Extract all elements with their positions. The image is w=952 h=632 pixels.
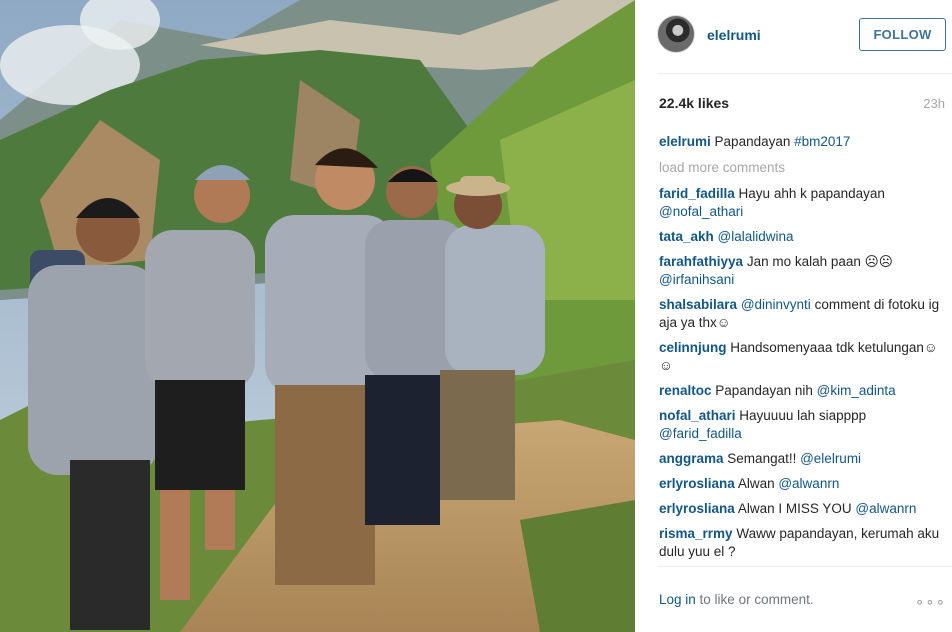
comment-text: Semangat!! (727, 451, 801, 466)
comment-item: anggrama Semangat!! @elelrumi (659, 450, 944, 468)
login-link[interactable]: Log in (659, 592, 696, 607)
caption: elelrumi Papandayan #bm2017 (659, 133, 944, 151)
comment-mention[interactable]: @farid_fadilla (659, 426, 742, 441)
hikers-photo (0, 0, 635, 632)
comment-mention[interactable]: @alwanrn (855, 501, 916, 516)
comment-username[interactable]: anggrama (659, 451, 724, 466)
comment-text: Hayuuuu lah siapppp (739, 408, 867, 423)
caption-username[interactable]: elelrumi (659, 134, 711, 149)
author-username[interactable]: elelrumi (707, 27, 761, 43)
comment-mention[interactable]: @elelrumi (800, 451, 861, 466)
comment-item: erlyrosliana Alwan I MISS YOU @alwanrn (659, 500, 944, 518)
login-prompt: Log in to like or comment. (659, 592, 814, 607)
post-header: elelrumi FOLLOW (635, 0, 952, 74)
comment-item: risma_rrmy Waww papandayan, kerumah aku … (659, 525, 944, 561)
load-more-comments[interactable]: load more comments (659, 159, 944, 177)
comment-text: Papandayan nih (715, 383, 817, 398)
comment-text: Alwan I MISS YOU (737, 501, 856, 516)
post-photo[interactable] (0, 0, 635, 632)
comment-text: Jan mo kalah paan ☹☹ (746, 254, 893, 269)
comment-username[interactable]: risma_rrmy (659, 526, 733, 541)
more-options-icon[interactable]: ∘∘∘ (915, 593, 946, 611)
comment-item: farid_fadilla Hayu ahh k papandayan @nof… (659, 185, 944, 221)
comments-list: elelrumi Papandayan #bm2017 load more co… (659, 133, 944, 568)
caption-text: Papandayan (714, 134, 795, 149)
login-prompt-text: to like or comment. (695, 592, 814, 607)
comment-mention[interactable]: @alwanrn (778, 476, 839, 491)
comment-item: erlyrosliana Alwan @alwanrn (659, 475, 944, 493)
comment-mention[interactable]: @nofal_athari (659, 204, 743, 219)
comment-username[interactable]: renaltoc (659, 383, 712, 398)
post-side-panel: elelrumi FOLLOW 22.4k likes 23h elelrumi… (635, 0, 952, 632)
comment-text: Alwan (737, 476, 779, 491)
follow-button[interactable]: FOLLOW (859, 18, 946, 51)
comment-mention[interactable]: @lalalidwina (718, 229, 794, 244)
comment-username[interactable]: shalsabilara (659, 297, 737, 312)
avatar[interactable] (657, 15, 695, 53)
comment-username[interactable]: farid_fadilla (659, 186, 735, 201)
comment-username[interactable]: tata_akh (659, 229, 714, 244)
comment-item: nofal_athari Hayuuuu lah siapppp @farid_… (659, 407, 944, 443)
comment-mention[interactable]: @irfanihsani (659, 272, 734, 287)
comment-username[interactable]: farahfathiyya (659, 254, 743, 269)
comment-item: celinnjung Handsomenyaaa tdk ketulungan☺… (659, 339, 944, 375)
comment-item: farahfathiyya Jan mo kalah paan ☹☹ @irfan… (659, 253, 944, 289)
comment-username[interactable]: nofal_athari (659, 408, 736, 423)
comment-mention[interactable]: @dininvynti (741, 297, 811, 312)
comment-username[interactable]: celinnjung (659, 340, 727, 355)
divider (657, 566, 952, 567)
likes-count: 22.4k likes (659, 95, 730, 111)
caption-hashtag[interactable]: #bm2017 (794, 134, 850, 149)
comment-text: Hayu ahh k papandayan (738, 186, 885, 201)
comment-mention[interactable]: @kim_adinta (817, 383, 896, 398)
comment-username[interactable]: erlyrosliana (659, 501, 735, 516)
comment-item: tata_akh @lalalidwina (659, 228, 944, 246)
post-time[interactable]: 23h (923, 96, 945, 111)
comment-username[interactable]: erlyrosliana (659, 476, 735, 491)
comment-item: renaltoc Papandayan nih @kim_adinta (659, 382, 944, 400)
comment-item: shalsabilara @dininvynti comment di foto… (659, 296, 944, 332)
divider (657, 73, 952, 74)
